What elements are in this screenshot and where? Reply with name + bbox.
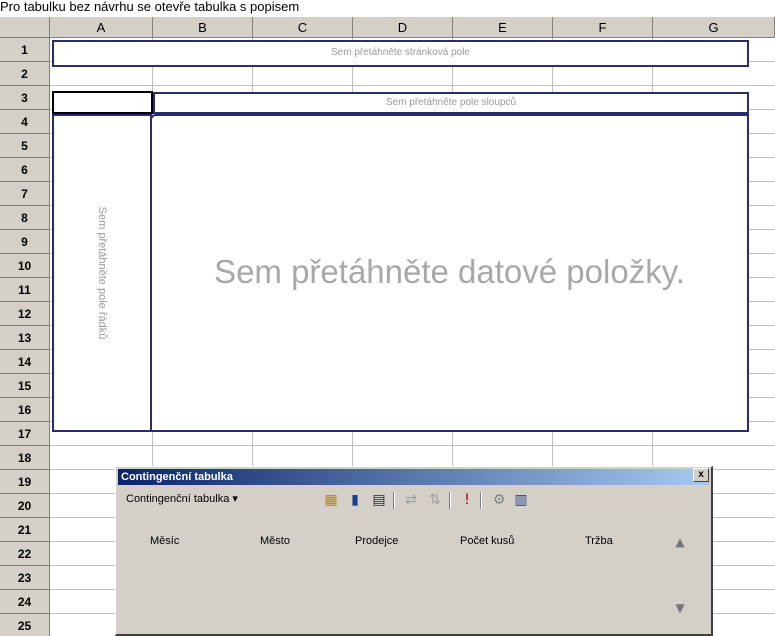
- gridline-horizontal: [50, 85, 775, 86]
- toolbar-separator: [480, 492, 482, 509]
- field-button-quantity[interactable]: Počet kusů: [460, 535, 514, 547]
- refresh-data-icon[interactable]: !: [458, 491, 476, 509]
- toolbar-separator: [449, 492, 451, 509]
- row-header-18[interactable]: 18: [0, 446, 50, 470]
- data-items-drop-zone[interactable]: Sem přetáhněte datové položky.: [150, 114, 749, 432]
- field-button-seller[interactable]: Prodejce: [355, 535, 398, 547]
- field-button-revenue[interactable]: Tržba: [585, 535, 613, 547]
- row-header-2[interactable]: 2: [0, 62, 50, 86]
- pivot-toolbar-title[interactable]: Contingenční tabulka: [118, 469, 709, 485]
- row-header-12[interactable]: 12: [0, 302, 50, 326]
- field-settings-icon[interactable]: ⚙: [490, 491, 508, 509]
- row-header-25[interactable]: 25: [0, 614, 50, 636]
- row-header-6[interactable]: 6: [0, 158, 50, 182]
- column-header-b[interactable]: B: [153, 17, 253, 38]
- column-header-f[interactable]: F: [553, 17, 653, 38]
- row-header-9[interactable]: 9: [0, 230, 50, 254]
- row-header-21[interactable]: 21: [0, 518, 50, 542]
- format-report-icon[interactable]: ▦: [322, 491, 340, 509]
- row-header-3[interactable]: 3: [0, 86, 50, 110]
- row-header-15[interactable]: 15: [0, 374, 50, 398]
- row-header-7[interactable]: 7: [0, 182, 50, 206]
- column-field-drop-zone[interactable]: Sem přetáhněte pole sloupců: [153, 92, 749, 114]
- toolbar-separator: [393, 492, 395, 509]
- row-header-4[interactable]: 4: [0, 110, 50, 134]
- show-detail-icon[interactable]: ⇅: [426, 491, 444, 509]
- column-header-g[interactable]: G: [653, 17, 775, 38]
- row-header-24[interactable]: 24: [0, 590, 50, 614]
- column-header-a[interactable]: A: [50, 17, 153, 38]
- caption-text: Pro tabulku bez návrhu se otevře tabulka…: [0, 0, 775, 17]
- row-header-19[interactable]: 19: [0, 470, 50, 494]
- row-field-drop-zone[interactable]: Sem přetáhněte pole řádků: [52, 114, 152, 432]
- hide-detail-icon[interactable]: ⇄: [402, 491, 420, 509]
- column-header-c[interactable]: C: [253, 17, 353, 38]
- column-header-e[interactable]: E: [453, 17, 553, 38]
- pivot-toolbar: Contingenční tabulka ▾ ▦ ▮ ▤ ⇄ ⇅ ! ⚙ ▥: [120, 489, 707, 513]
- row-header-5[interactable]: 5: [0, 134, 50, 158]
- row-header-23[interactable]: 23: [0, 566, 50, 590]
- row-header-16[interactable]: 16: [0, 398, 50, 422]
- field-button-city[interactable]: Město: [260, 535, 290, 547]
- pivot-field-list: Měsíc Město Prodejce Počet kusů Tržba ▲ …: [120, 517, 707, 633]
- hide-field-list-icon[interactable]: ▥: [512, 491, 530, 509]
- row-header-1[interactable]: 1: [0, 38, 50, 62]
- active-cell-a3[interactable]: [52, 91, 153, 114]
- scroll-down-icon[interactable]: ▼: [673, 601, 687, 615]
- pivot-wizard-icon[interactable]: ▤: [370, 491, 388, 509]
- row-header-22[interactable]: 22: [0, 542, 50, 566]
- pivot-table-toolbar-window[interactable]: Contingenční tabulka x Contingenční tabu…: [115, 466, 713, 636]
- column-header-d[interactable]: D: [353, 17, 453, 38]
- row-header-13[interactable]: 13: [0, 326, 50, 350]
- close-button[interactable]: x: [693, 468, 709, 482]
- field-button-month[interactable]: Měsíc: [150, 535, 179, 547]
- gridline-horizontal: [50, 445, 775, 446]
- row-header-17[interactable]: 17: [0, 422, 50, 446]
- row-header-10[interactable]: 10: [0, 254, 50, 278]
- row-header-20[interactable]: 20: [0, 494, 50, 518]
- chart-wizard-icon[interactable]: ▮: [346, 491, 364, 509]
- page-field-drop-zone[interactable]: Sem přetáhněte stránková pole: [52, 40, 749, 67]
- row-header-14[interactable]: 14: [0, 350, 50, 374]
- pivot-table-menu[interactable]: Contingenční tabulka ▾: [126, 492, 238, 505]
- select-all-corner[interactable]: [0, 17, 50, 38]
- row-header-8[interactable]: 8: [0, 206, 50, 230]
- row-field-drop-label: Sem přetáhněte pole řádků: [96, 206, 108, 340]
- scroll-up-icon[interactable]: ▲: [673, 535, 687, 549]
- row-header-11[interactable]: 11: [0, 278, 50, 302]
